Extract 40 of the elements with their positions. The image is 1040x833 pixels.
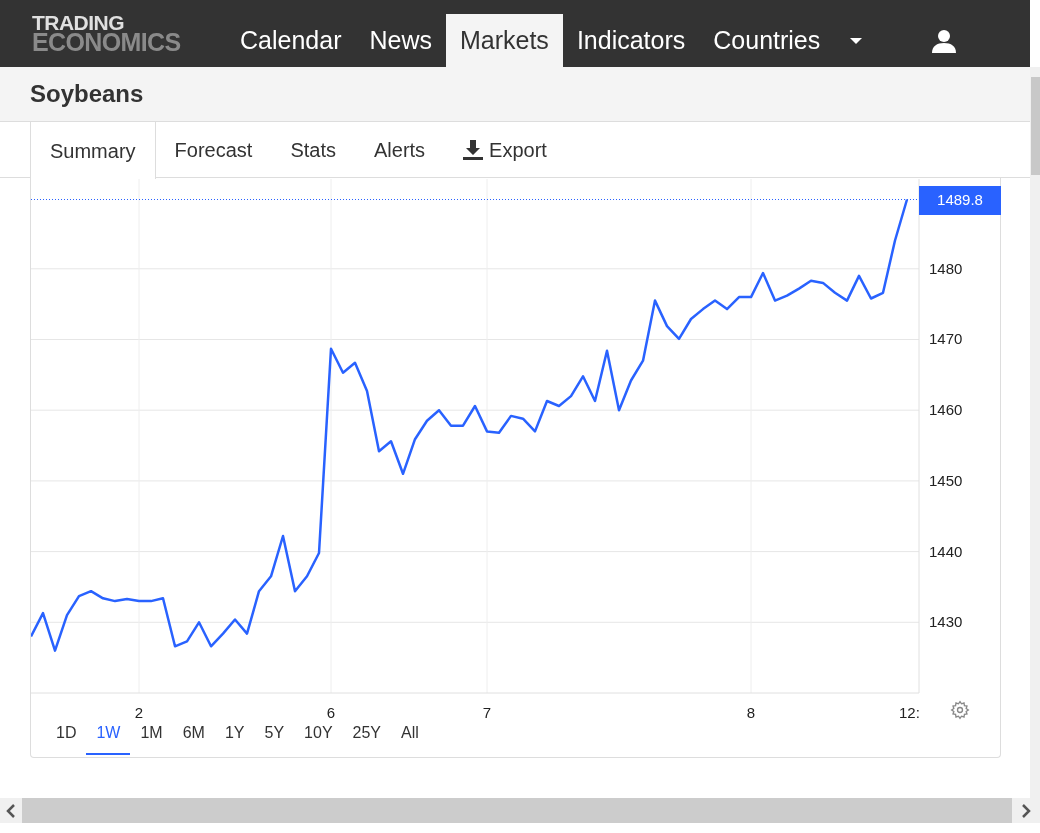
range-button[interactable]: All xyxy=(391,713,429,755)
tab[interactable]: Alerts xyxy=(354,122,445,178)
scroll-right-icon[interactable] xyxy=(1021,803,1031,818)
range-button[interactable]: 25Y xyxy=(342,713,391,755)
download-icon xyxy=(463,140,484,160)
vertical-scrollbar[interactable] xyxy=(1030,67,1040,798)
x-axis-label: 12: xyxy=(899,705,920,720)
range-button[interactable]: 1Y xyxy=(214,713,255,755)
user-icon[interactable] xyxy=(932,28,957,53)
x-axis-label: 7 xyxy=(482,705,492,720)
y-axis-label: 1440 xyxy=(929,543,963,559)
x-axis-label: 8 xyxy=(746,705,756,720)
page-title: Soybeans xyxy=(30,79,144,109)
scroll-left-icon[interactable] xyxy=(6,803,16,818)
range-button[interactable]: 1W xyxy=(86,713,131,755)
settings-icon[interactable] xyxy=(950,700,970,720)
x-axis-label: 6 xyxy=(326,705,336,720)
logo-text[interactable]: ECONOMICS xyxy=(32,31,181,54)
range-button[interactable]: 5Y xyxy=(254,713,295,755)
logo-text[interactable]: TRADING xyxy=(32,13,124,32)
nav-link[interactable]: Countries xyxy=(699,14,835,67)
nav-link[interactable]: Calendar xyxy=(226,14,356,67)
dropdown-caret-icon[interactable] xyxy=(850,37,863,44)
tab[interactable]: Forecast xyxy=(155,122,272,178)
y-axis-label: 1480 xyxy=(929,260,963,276)
range-button[interactable]: 6M xyxy=(172,713,215,755)
y-axis-label: 1470 xyxy=(929,331,963,347)
tab[interactable]: Summary xyxy=(30,122,156,179)
tab[interactable]: Stats xyxy=(271,122,355,178)
export-tab[interactable]: Export xyxy=(444,122,566,178)
range-button[interactable]: 1D xyxy=(46,713,87,755)
y-axis-label: 1460 xyxy=(929,402,963,418)
nav-link[interactable]: News xyxy=(355,14,446,67)
nav-link[interactable]: Indicators xyxy=(562,14,700,67)
y-axis-label: 1430 xyxy=(929,614,963,630)
x-axis-label: 2 xyxy=(134,705,144,720)
y-axis-label: 1450 xyxy=(929,472,963,488)
last-price-tag: 1489.8 xyxy=(919,185,1001,215)
horizontal-scrollbar[interactable] xyxy=(0,798,1040,823)
nav-link[interactable]: Markets xyxy=(445,14,563,67)
